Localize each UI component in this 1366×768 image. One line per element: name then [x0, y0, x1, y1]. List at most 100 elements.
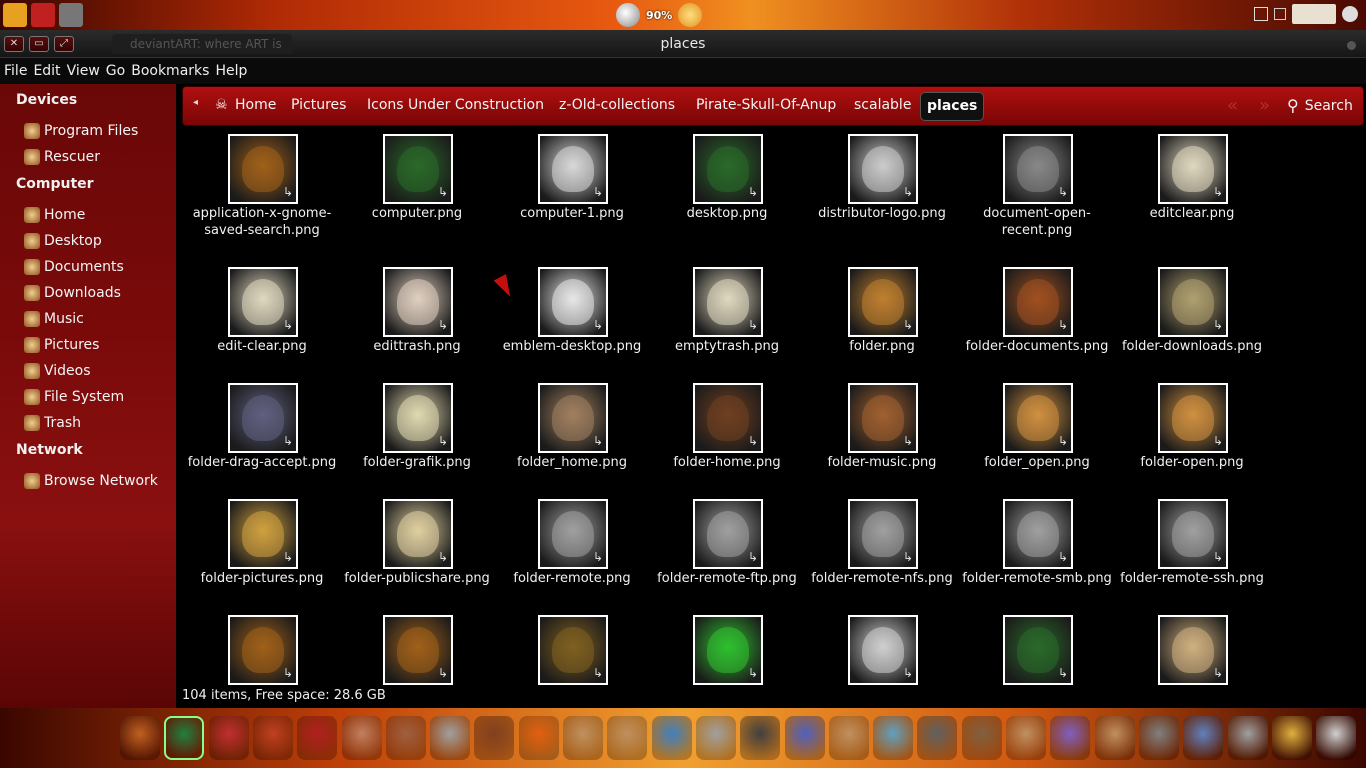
pirate-icon[interactable]: [208, 716, 249, 760]
globe-icon[interactable]: [784, 716, 825, 760]
file-thumbnail-icon: ↳: [538, 134, 608, 204]
skull-crossbones-icon[interactable]: [252, 716, 293, 760]
skull-app-icon[interactable]: [59, 3, 83, 27]
skull-gear-icon[interactable]: [695, 716, 736, 760]
menu-bookmarks[interactable]: Bookmarks: [131, 63, 209, 79]
file-thumbnail-icon: ↳: [1003, 267, 1073, 337]
menu-help[interactable]: Help: [215, 63, 247, 79]
file-thumbnail-icon: ↳: [693, 383, 763, 453]
lantern-icon[interactable]: [1271, 716, 1312, 760]
weather-sun-icon[interactable]: [678, 3, 703, 27]
sidebar-item-label: Videos: [44, 363, 91, 379]
sidebar-item-pictures[interactable]: Pictures: [24, 334, 99, 356]
moon-icon[interactable]: [616, 3, 640, 27]
sidebar-item-rescuer[interactable]: Rescuer: [24, 146, 100, 168]
sidebar-item-browse-network[interactable]: Browse Network: [24, 470, 158, 492]
file-name: folder-remote-ssh.png: [1120, 571, 1264, 586]
search-icon: ⚲: [1287, 96, 1299, 115]
warrior-icon[interactable]: [1006, 716, 1046, 760]
crumb-home-icon[interactable]: ☠: [215, 97, 228, 113]
notification-icon[interactable]: [1274, 8, 1286, 20]
helmet-icon[interactable]: [917, 716, 958, 760]
downloads-folder-icon: [24, 285, 40, 301]
pirate-skull-icon[interactable]: [120, 716, 160, 760]
sidebar-item-videos[interactable]: Videos: [24, 360, 91, 382]
file-name: folder_open.png: [984, 455, 1090, 470]
file-thumbnail-icon: ↳: [848, 615, 918, 685]
file-thumbnail-icon: ↳: [383, 383, 453, 453]
crumb-icons-under-construction[interactable]: Icons Under Construction: [367, 97, 544, 113]
sidebar-item-file-system[interactable]: File System: [24, 386, 124, 408]
session-icon[interactable]: [1342, 6, 1358, 22]
warrior-icon[interactable]: [828, 716, 869, 760]
file-name: folder-remote-smb.png: [962, 571, 1112, 586]
file-manager-window: ✕ ▭ ⤢ deviantART: where ART is places Fi…: [0, 30, 1366, 708]
file-name: folder-open.png: [1140, 455, 1244, 470]
top-panel: 90%: [0, 0, 1366, 30]
ubuntu-launcher-icon[interactable]: [3, 3, 27, 27]
warrior-icon[interactable]: [341, 716, 382, 760]
sidebar-item-program-files[interactable]: Program Files: [24, 120, 138, 142]
crumb-pictures[interactable]: Pictures: [291, 97, 346, 113]
file-thumbnail-icon: ↳: [383, 134, 453, 204]
file-name: folder-remote-nfs.png: [811, 571, 953, 586]
back-arrow-icon[interactable]: «: [1227, 95, 1238, 116]
file-thumbnail-icon: ↳: [1158, 615, 1228, 685]
crystal-icon[interactable]: [1050, 716, 1091, 760]
battery-indicator[interactable]: 90%: [646, 9, 672, 22]
fire-skull-icon[interactable]: [518, 716, 559, 760]
skull-icon[interactable]: [430, 716, 471, 760]
crumb-home[interactable]: Home: [235, 97, 276, 113]
file-name: emptytrash.png: [675, 339, 779, 354]
file-thumbnail-icon: ↳: [538, 499, 608, 569]
documents-folder-icon: [24, 259, 40, 275]
search-button[interactable]: ⚲ Search: [1287, 96, 1353, 115]
crumb-current[interactable]: places: [920, 92, 985, 121]
file-thumbnail-icon: ↳: [693, 134, 763, 204]
file-thumbnail-icon: ↳: [383, 615, 453, 685]
title-bar: ✕ ▭ ⤢ deviantART: where ART is places: [0, 30, 1366, 58]
file-thumbnail-icon: ↳: [1158, 134, 1228, 204]
sidebar-item-label: Downloads: [44, 285, 121, 301]
sidebar-item-documents[interactable]: Documents: [24, 256, 124, 278]
dancer-icon[interactable]: [873, 716, 914, 760]
menu-go[interactable]: Go: [106, 63, 125, 79]
path-bar: ◂ ☠ Home Pictures Icons Under Construction…: [182, 86, 1364, 126]
skull-dark-icon[interactable]: [740, 716, 781, 760]
warrior-icon[interactable]: [563, 716, 603, 760]
red-skull-icon[interactable]: [297, 716, 338, 760]
file-thumbnail-icon: ↳: [1003, 615, 1073, 685]
ring-icon[interactable]: [651, 716, 692, 760]
sidebar-item-home[interactable]: Home: [24, 204, 85, 226]
file-name: folder-publicshare.png: [344, 571, 490, 586]
sidebar-item-desktop[interactable]: Desktop: [24, 230, 102, 252]
skull-green-icon[interactable]: [164, 716, 205, 760]
file-thumbnail-icon: ↳: [228, 499, 298, 569]
pirate-flag-icon[interactable]: [31, 3, 55, 27]
crumb-pirate-skull-of-anup[interactable]: Pirate-Skull-Of-Anup: [696, 97, 836, 113]
sidebar-item-music[interactable]: Music: [24, 308, 84, 330]
forward-arrow-icon[interactable]: »: [1259, 95, 1270, 116]
warrior-icon[interactable]: [607, 716, 648, 760]
creature-icon[interactable]: [961, 716, 1002, 760]
network-icon[interactable]: [1254, 7, 1268, 21]
sidebar-item-downloads[interactable]: Downloads: [24, 282, 121, 304]
path-scroll-left-icon[interactable]: ◂: [193, 97, 198, 108]
crumb-z-old-collections[interactable]: z-Old-collections: [559, 97, 675, 113]
warrior-icon[interactable]: [1094, 716, 1135, 760]
menu-file[interactable]: File: [4, 63, 27, 79]
bat-icon[interactable]: [474, 716, 515, 760]
filesystem-icon: [24, 389, 40, 405]
ghost-icon[interactable]: [1227, 716, 1268, 760]
file-name: edit-clear.png: [217, 339, 307, 354]
menu-edit[interactable]: Edit: [33, 63, 60, 79]
crumb-scalable[interactable]: scalable: [854, 97, 911, 113]
viking-icon[interactable]: [385, 716, 426, 760]
file-name: folder-documents.png: [965, 339, 1109, 354]
skull-spikes-icon[interactable]: [1138, 716, 1179, 760]
music-note-icon[interactable]: [1183, 716, 1224, 760]
sidebar-item-trash[interactable]: Trash: [24, 412, 81, 434]
menu-view[interactable]: View: [67, 63, 100, 79]
skull-icon[interactable]: [1316, 716, 1357, 760]
pirate-flag-icon[interactable]: [1292, 4, 1336, 24]
